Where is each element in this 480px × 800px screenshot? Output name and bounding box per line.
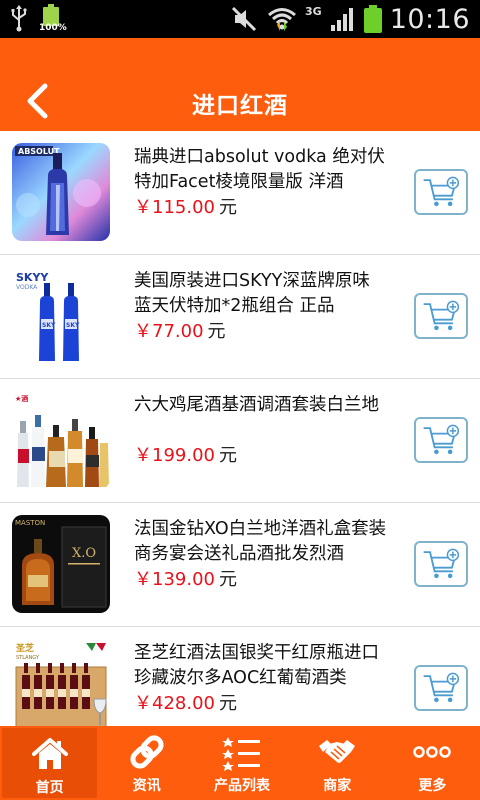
page-title: 进口红酒	[192, 93, 288, 119]
nav-item-news[interactable]: 资讯	[99, 726, 194, 800]
product-name[interactable]: 美国原装进口SKYY深蓝牌原味 蓝天伏特加*2瓶组合 正品	[134, 269, 389, 319]
product-image[interactable]: ABSOLUT	[12, 143, 110, 241]
product-image[interactable]: SKYY VODKA SKY SKY	[12, 267, 110, 365]
status-bar-right: 3G 10:16	[231, 2, 470, 36]
link-icon	[130, 735, 164, 769]
product-price: ￥428.00	[134, 693, 215, 714]
nav-item-more[interactable]: 更多	[385, 726, 480, 800]
product-price: ￥77.00	[134, 321, 204, 342]
svg-text:SKY: SKY	[66, 322, 80, 329]
svg-text:MASTON: MASTON	[15, 519, 45, 527]
product-image[interactable]: 圣芝 STLANGY	[12, 639, 110, 726]
handshake-icon	[319, 740, 356, 763]
svg-text:STLANGY: STLANGY	[16, 655, 40, 661]
add-to-cart-icon[interactable]	[414, 541, 468, 587]
price-unit: 元	[207, 321, 226, 342]
bottom-nav: 首页 资讯 产品列表 商家 更多	[0, 726, 480, 800]
price-unit: 元	[218, 445, 237, 466]
add-to-cart-icon[interactable]	[414, 665, 468, 711]
usb-icon	[11, 5, 27, 32]
price-row: ￥139.00 元	[134, 567, 237, 592]
product-item[interactable]: ★酒 六大鸡尾酒基酒调酒套装白兰地 ￥199.00 元	[0, 379, 480, 503]
nav-item-product-list[interactable]: 产品列表	[194, 726, 289, 800]
more-icon	[413, 746, 452, 758]
product-name[interactable]: 圣芝红酒法国银奖干红原瓶进口珍藏波尔多AOC红葡萄酒类	[134, 641, 389, 691]
clock: 10:16	[389, 3, 470, 35]
product-price: ￥199.00	[134, 445, 215, 466]
signal-icon	[330, 8, 353, 31]
network-type-label: 3G	[305, 4, 322, 18]
price-row: ￥77.00 元	[134, 319, 226, 344]
price-row: ￥199.00 元	[134, 443, 237, 468]
nav-label: 商家	[323, 778, 352, 794]
svg-text:SKY: SKY	[42, 322, 56, 329]
wifi-icon	[268, 8, 296, 31]
price-row: ￥115.00 元	[134, 195, 237, 220]
svg-text:★酒: ★酒	[15, 394, 28, 403]
status-bar: 100% 3G 10:16	[0, 0, 480, 38]
product-item[interactable]: 圣芝 STLANGY 圣芝红酒法国银奖干红原瓶进口珍藏波尔多AOC红葡萄酒类 ￥…	[0, 627, 480, 726]
product-name[interactable]: 瑞典进口absolut vodka 绝对伏特加Facet棱境限量版 洋酒	[134, 145, 389, 195]
product-name[interactable]: 法国金钻XO白兰地洋酒礼盒套装商务宴会送礼品酒批发烈酒	[134, 517, 389, 567]
svg-text:SKYY: SKYY	[16, 271, 49, 284]
battery-icon	[363, 4, 382, 34]
price-row: ￥428.00 元	[134, 691, 237, 716]
price-unit: 元	[218, 693, 237, 714]
add-to-cart-icon[interactable]	[414, 417, 468, 463]
svg-text:圣芝: 圣芝	[16, 642, 34, 654]
svg-text:VODKA: VODKA	[16, 284, 38, 291]
product-image[interactable]: ★酒	[12, 391, 110, 489]
mute-icon	[231, 6, 257, 32]
home-icon	[31, 738, 68, 769]
product-list[interactable]: ABSOLUT 瑞典进口absolut vodka 绝对伏特加Facet棱境限量…	[0, 131, 480, 726]
status-bar-left: 100%	[10, 4, 67, 33]
product-image[interactable]: MASTON X.O	[12, 515, 110, 613]
list-icon	[222, 737, 260, 771]
product-price: ￥139.00	[134, 569, 215, 590]
product-item[interactable]: SKYY VODKA SKY SKY 美国原装进口SKYY深蓝牌原味 蓝天伏特加…	[0, 255, 480, 379]
app-header: 进口红酒	[0, 38, 480, 131]
price-unit: 元	[218, 569, 237, 590]
product-item[interactable]: ABSOLUT 瑞典进口absolut vodka 绝对伏特加Facet棱境限量…	[0, 131, 480, 255]
product-name[interactable]: 六大鸡尾酒基酒调酒套装白兰地	[134, 393, 389, 418]
price-unit: 元	[218, 197, 237, 218]
product-item[interactable]: MASTON X.O 法国金钻XO白兰地洋酒礼盒套装商务宴会送礼品酒批发烈酒 ￥…	[0, 503, 480, 627]
svg-text:X.O: X.O	[72, 546, 96, 561]
add-to-cart-icon[interactable]	[414, 293, 468, 339]
nav-item-merchants[interactable]: 商家	[290, 726, 385, 800]
product-price: ￥115.00	[134, 197, 215, 218]
battery-small-icon: 100%	[39, 4, 67, 33]
nav-label: 产品列表	[214, 778, 270, 794]
nav-item-home[interactable]: 首页	[2, 728, 98, 798]
nav-label: 更多	[418, 778, 447, 794]
battery-small-percent: 100%	[39, 23, 67, 33]
nav-label: 首页	[35, 780, 64, 796]
add-to-cart-icon[interactable]	[414, 169, 468, 215]
nav-label: 资讯	[132, 778, 161, 794]
